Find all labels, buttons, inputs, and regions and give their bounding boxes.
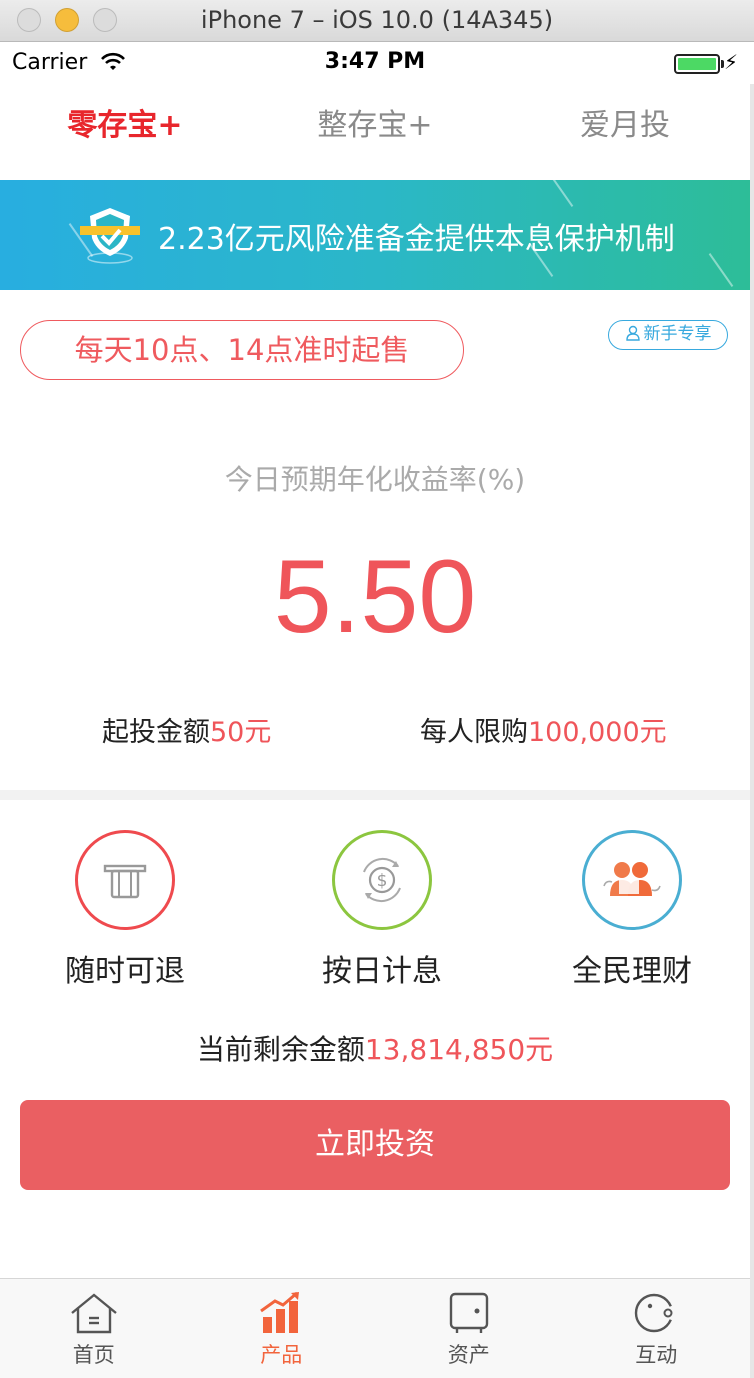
feature-daily-interest: $ 按日计息 [282,830,482,990]
min-invest-value: 50元 [210,717,272,748]
bottom-tab-bar: 首页 产品 资产 互动 [0,1278,750,1378]
tabbar-label: 首页 [72,1343,115,1367]
invest-now-button[interactable]: 立即投资 [20,1100,730,1190]
battery-icon [674,54,724,74]
window-edge [750,84,754,1378]
banner-text: 2.23亿元风险准备金提供本息保护机制 [158,222,675,257]
tabbar-item-home[interactable]: 首页 [0,1279,188,1378]
tabbar-item-interaction[interactable]: 互动 [563,1279,751,1378]
dollar-coin-icon: $ [332,830,432,930]
remaining-amount: 当前剩余金额13,814,850元 [0,1028,750,1068]
banner-decoration [548,180,574,207]
rate-value: 5.50 [273,539,477,655]
limit-label: 每人限购 [420,717,528,748]
feature-wealth-for-all: 全民理财 [532,830,732,990]
tabbar-label: 产品 [260,1343,303,1367]
newbie-badge-label: 新手专享 [643,324,712,344]
product-tabs: 零存宝+ 整存宝+ 爱月投 [0,84,750,180]
window-titlebar: iPhone 7 – iOS 10.0 (14A345) [0,0,754,42]
section-divider [0,790,750,800]
feature-label: 按日计息 [322,954,442,989]
feature-withdraw-anytime: 随时可退 [25,830,225,990]
safe-icon [449,1292,488,1333]
remaining-value: 13,814,850元 [364,1033,554,1066]
home-icon [70,1293,117,1334]
rate-label: 今日预期年化收益率(%) [224,463,526,496]
status-time: 3:47 PM [324,49,426,74]
tabbar-item-assets[interactable]: 资产 [375,1279,563,1378]
risk-reserve-banner[interactable]: 2.23亿元风险准备金提供本息保护机制 [0,180,750,290]
feature-label: 随时可退 [65,954,185,989]
tab-zhengcunbao[interactable]: 整存宝+ [250,84,500,180]
charging-bolt-icon: ⚡ [723,50,738,74]
limit-value: 100,000元 [528,717,667,748]
newbie-badge: 新手专享 [608,320,728,350]
tabbar-label: 互动 [635,1343,678,1367]
sale-time-badge: 每天10点、14点准时起售 [20,320,464,380]
feature-label: 全民理财 [572,954,692,989]
chat-face-icon [635,1293,675,1333]
card-icon [75,830,175,930]
people-icon [582,830,682,930]
status-bar: Carrier 3:47 PM ⚡ [0,42,750,84]
bar-chart-icon [260,1291,300,1333]
shield-icon [80,208,140,264]
feature-list: 随时可退 $ 按日计息 全民理财 [0,800,750,1000]
window-title: iPhone 7 – iOS 10.0 (14A345) [200,6,554,34]
tabbar-item-products[interactable]: 产品 [188,1279,376,1378]
remaining-label: 当前剩余金额 [196,1033,365,1066]
min-invest: 起投金额50元 [102,710,271,749]
purchase-limit: 每人限购100,000元 [420,710,667,749]
user-icon [625,325,640,341]
tabbar-label: 资产 [447,1343,490,1367]
tab-lingcunbao[interactable]: 零存宝+ [0,84,250,180]
min-invest-label: 起投金额 [102,717,210,748]
tab-aiyuetou[interactable]: 爱月投 [500,84,750,180]
svg-text:$: $ [377,871,388,891]
product-card: 每天10点、14点准时起售 新手专享 今日预期年化收益率(%) 5.50 起投金… [0,290,750,790]
banner-decoration [708,253,734,287]
